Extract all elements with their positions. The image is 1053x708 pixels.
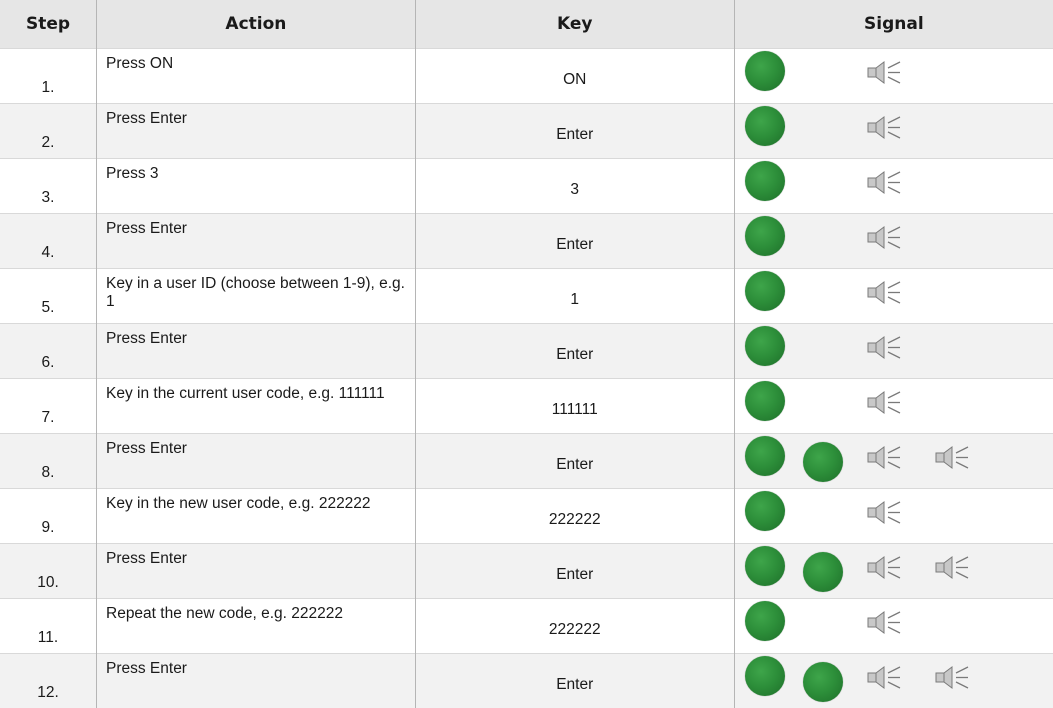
- table-row: 2.Press EnterEnter: [0, 104, 1053, 159]
- signal-cell: [734, 379, 1053, 434]
- signal-cell: [734, 324, 1053, 379]
- signal-header: Signal: [734, 0, 1053, 49]
- action-text: Key in the current user code, e.g. 11111…: [97, 379, 416, 434]
- speaker-icon: [866, 280, 902, 304]
- speaker-icon: [866, 170, 902, 194]
- action-text: Press 3: [97, 159, 416, 214]
- signal-cell: [734, 654, 1053, 708]
- table-row: 5.Key in a user ID (choose between 1-9),…: [0, 269, 1053, 324]
- action-text: Press Enter: [97, 214, 416, 269]
- table-row: 11.Repeat the new code, e.g. 22222222222…: [0, 599, 1053, 654]
- signal-cell: [734, 544, 1053, 599]
- speaker-icon: [866, 555, 902, 579]
- key-label: 222222: [415, 599, 734, 654]
- key-label: Enter: [415, 434, 734, 489]
- green-led-icon: [745, 656, 785, 696]
- green-led-icon: [745, 216, 785, 256]
- key-label: 3: [415, 159, 734, 214]
- green-led-icon: [745, 546, 785, 586]
- step-number: 7.: [0, 379, 97, 434]
- speaker-icon: [866, 115, 902, 139]
- signal-cell: [734, 214, 1053, 269]
- signal-cell: [734, 434, 1053, 489]
- action-text: Press Enter: [97, 544, 416, 599]
- step-number: 5.: [0, 269, 97, 324]
- green-led-icon: [745, 491, 785, 531]
- step-number: 10.: [0, 544, 97, 599]
- action-text: Press ON: [97, 49, 416, 104]
- speaker-icon: [934, 445, 970, 469]
- step-number: 12.: [0, 654, 97, 708]
- signal-cell: [734, 599, 1053, 654]
- speaker-icon: [866, 60, 902, 84]
- key-label: Enter: [415, 214, 734, 269]
- step-number: 1.: [0, 49, 97, 104]
- speaker-icon: [866, 390, 902, 414]
- signal-cell: [734, 49, 1053, 104]
- header-row: Step Action Key Signal: [0, 0, 1053, 49]
- speaker-icon: [866, 445, 902, 469]
- speaker-icon: [866, 225, 902, 249]
- key-label: Enter: [415, 104, 734, 159]
- action-text: Press Enter: [97, 104, 416, 159]
- action-text: Press Enter: [97, 434, 416, 489]
- green-led-icon: [745, 51, 785, 91]
- key-label: ON: [415, 49, 734, 104]
- table-row: 4.Press EnterEnter: [0, 214, 1053, 269]
- instruction-table: Step Action Key Signal 1.Press ONON2.Pre…: [0, 0, 1053, 708]
- action-text: Repeat the new code, e.g. 222222: [97, 599, 416, 654]
- step-number: 9.: [0, 489, 97, 544]
- action-text: Press Enter: [97, 654, 416, 708]
- step-number: 2.: [0, 104, 97, 159]
- green-led-icon: [745, 106, 785, 146]
- step-number: 3.: [0, 159, 97, 214]
- green-led-icon: [745, 161, 785, 201]
- green-led-icon: [745, 381, 785, 421]
- table-row: 12.Press EnterEnter: [0, 654, 1053, 708]
- green-led-icon: [745, 271, 785, 311]
- speaker-icon: [866, 610, 902, 634]
- table-row: 6.Press EnterEnter: [0, 324, 1053, 379]
- signal-cell: [734, 104, 1053, 159]
- key-label: 1: [415, 269, 734, 324]
- step-number: 6.: [0, 324, 97, 379]
- green-led-icon: [745, 601, 785, 641]
- key-label: 222222: [415, 489, 734, 544]
- table-row: 9.Key in the new user code, e.g. 2222222…: [0, 489, 1053, 544]
- table-row: 3.Press 33: [0, 159, 1053, 214]
- key-label: Enter: [415, 654, 734, 708]
- green-led-icon: [745, 326, 785, 366]
- step-number: 8.: [0, 434, 97, 489]
- key-label: 111111: [415, 379, 734, 434]
- table-row: 7.Key in the current user code, e.g. 111…: [0, 379, 1053, 434]
- speaker-icon: [866, 335, 902, 359]
- table-row: 8.Press EnterEnter: [0, 434, 1053, 489]
- green-led-icon: [803, 442, 843, 482]
- green-led-icon: [803, 662, 843, 702]
- speaker-icon: [934, 665, 970, 689]
- step-header: Step: [0, 0, 97, 49]
- step-number: 4.: [0, 214, 97, 269]
- signal-cell: [734, 269, 1053, 324]
- key-label: Enter: [415, 544, 734, 599]
- action-header: Action: [97, 0, 416, 49]
- speaker-icon: [866, 665, 902, 689]
- action-text: Key in a user ID (choose between 1-9), e…: [97, 269, 416, 324]
- signal-cell: [734, 159, 1053, 214]
- table-row: 10.Press EnterEnter: [0, 544, 1053, 599]
- key-header: Key: [415, 0, 734, 49]
- key-label: Enter: [415, 324, 734, 379]
- action-text: Key in the new user code, e.g. 222222: [97, 489, 416, 544]
- signal-cell: [734, 489, 1053, 544]
- action-text: Press Enter: [97, 324, 416, 379]
- step-number: 11.: [0, 599, 97, 654]
- green-led-icon: [745, 436, 785, 476]
- table-row: 1.Press ONON: [0, 49, 1053, 104]
- speaker-icon: [866, 500, 902, 524]
- green-led-icon: [803, 552, 843, 592]
- speaker-icon: [934, 555, 970, 579]
